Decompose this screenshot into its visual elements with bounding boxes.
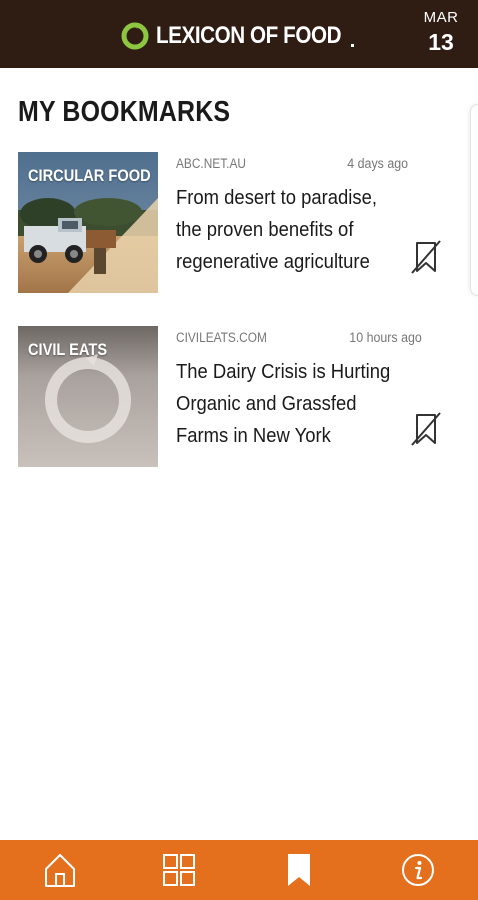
- nav-bookmarks[interactable]: [239, 840, 359, 900]
- article-time: 4 days ago: [347, 156, 408, 171]
- page-title: MY BOOKMARKS: [18, 96, 231, 128]
- thumbnail-label: CIVIL EATS: [28, 340, 108, 359]
- bookmark-thumbnail[interactable]: CIRCULAR FOOD: [18, 152, 158, 293]
- nav-categories[interactable]: [120, 840, 240, 900]
- nav-info[interactable]: [359, 840, 478, 900]
- article-source[interactable]: ABC.NET.AU: [176, 156, 246, 171]
- logo-trademark-dot: [351, 44, 354, 47]
- article-time: 10 hours ago: [349, 330, 422, 345]
- home-icon: [44, 854, 75, 887]
- remove-bookmark-icon[interactable]: [410, 240, 442, 274]
- remove-bookmark-icon[interactable]: [410, 412, 442, 446]
- thumbnail-label: CIRCULAR FOOD: [28, 166, 151, 185]
- article-headline[interactable]: The Dairy Crisis is Hurting Organic and …: [176, 356, 401, 452]
- bookmark-icon: [287, 854, 310, 886]
- app-screen: LEXICON OF FOOD MAR 13 MY BOOKMARKS CIRC…: [0, 0, 478, 900]
- date-display: MAR 13: [418, 8, 464, 56]
- date-month: MAR: [423, 9, 459, 26]
- logo-text: LEXICON OF FOOD: [156, 22, 342, 49]
- grid-icon: [163, 854, 196, 886]
- bookmark-item[interactable]: CIVIL EATS CIVILEATS.COM 10 hours ago Th…: [0, 326, 478, 468]
- article-headline[interactable]: From desert to paradise, the proven bene…: [176, 182, 401, 278]
- bookmark-thumbnail[interactable]: CIVIL EATS: [18, 326, 158, 467]
- logo-ring-icon: [121, 22, 149, 50]
- nav-home[interactable]: [0, 840, 120, 900]
- bottom-navigation: [0, 840, 478, 900]
- article-source[interactable]: CIVILEATS.COM: [176, 330, 267, 345]
- info-icon: [402, 854, 435, 886]
- app-header: LEXICON OF FOOD MAR 13: [0, 0, 478, 68]
- app-logo[interactable]: LEXICON OF FOOD: [120, 18, 371, 54]
- date-day: 13: [428, 29, 454, 55]
- bookmark-item[interactable]: CIRCULAR FOOD ABC.NET.AU 4 days ago From…: [0, 152, 478, 294]
